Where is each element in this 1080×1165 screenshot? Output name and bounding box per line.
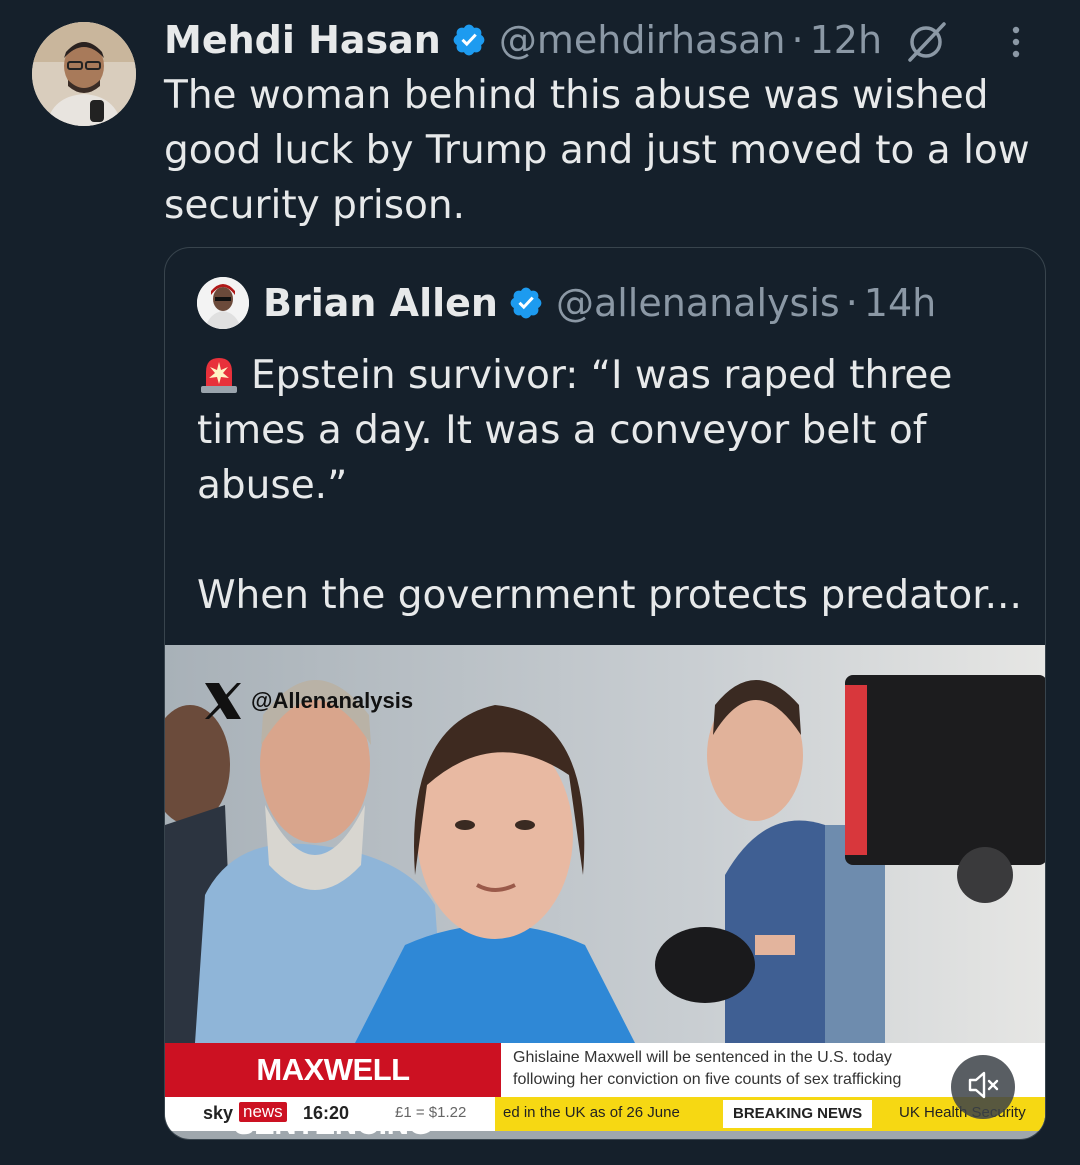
ticker-exchange-rate: £1 = $1.22 (395, 1104, 467, 1121)
strap-line-1: Ghislaine Maxwell will be sentenced in t… (513, 1049, 892, 1066)
author-name[interactable]: Mehdi Hasan (164, 18, 441, 62)
mute-icon (965, 1067, 1001, 1107)
strap-description: Ghislaine Maxwell will be sentenced in t… (513, 1047, 943, 1091)
quoted-tweet-header: Brian Allen @allenanalysis · 14h (197, 276, 1035, 330)
verified-badge-icon[interactable] (451, 22, 487, 58)
x-logo-icon (199, 677, 247, 725)
grok-icon[interactable] (904, 20, 948, 64)
strap-title: MAXWELL SENTENCING (165, 1043, 501, 1139)
quoted-author-avatar[interactable] (197, 277, 249, 329)
quoted-tweet[interactable]: Brian Allen @allenanalysis · 14h Epstein… (164, 247, 1046, 1140)
news-strap: MAXWELL SENTENCING Ghislaine Maxwell wil… (165, 1043, 1045, 1139)
separator-dot: · (791, 18, 804, 62)
quoted-tweet-text: Epstein survivor: “I was raped three tim… (197, 348, 1027, 623)
video-watermark: @Allenanalysis (199, 677, 413, 725)
tweet-text: The woman behind this abuse was wished g… (164, 73, 1030, 228)
tweet-timestamp[interactable]: 12h (810, 18, 882, 62)
news-ticker: sky news 16:20 £1 = $1.22 ed in the UK a… (165, 1097, 1045, 1131)
more-options-icon[interactable] (1008, 22, 1024, 62)
ticker-scroll-text: ed in the UK as of 26 June (503, 1104, 680, 1121)
ticker-news-badge: news (239, 1102, 287, 1122)
verified-badge-icon[interactable] (508, 285, 544, 321)
quoted-tweet-timestamp[interactable]: 14h (864, 281, 936, 325)
ticker-time: 16:20 (303, 1103, 350, 1123)
watermark-text: @Allenanalysis (251, 688, 414, 713)
quoted-text-main: Epstein survivor: “I was raped three tim… (197, 353, 953, 508)
quoted-author-handle[interactable]: @allenanalysis (556, 281, 840, 325)
siren-icon (197, 350, 241, 394)
quoted-text-continued: When the government protects predator... (197, 573, 1022, 618)
tweet-header: Mehdi Hasan @mehdirhasan · 12h (164, 14, 1060, 66)
author-handle[interactable]: @mehdirhasan (499, 18, 786, 62)
strap-line-2: following her conviction on five counts … (513, 1071, 902, 1088)
separator-dot: · (845, 281, 858, 325)
mute-button[interactable] (951, 1055, 1015, 1119)
author-avatar[interactable] (32, 22, 136, 126)
ticker-sky: sky (203, 1103, 234, 1123)
ticker-breaking-news: BREAKING NEWS (723, 1100, 873, 1128)
quoted-author-name[interactable]: Brian Allen (263, 281, 498, 325)
video-player[interactable]: @Allenanalysis MAXWELL SENTENCING Ghisla… (165, 645, 1045, 1139)
